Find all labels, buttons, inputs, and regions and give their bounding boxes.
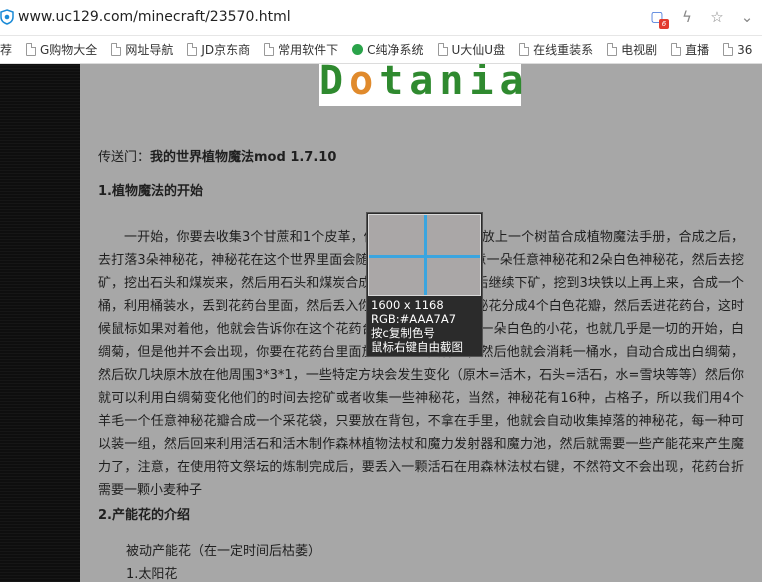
- page-icon: [519, 43, 530, 56]
- portal-prefix: 传送门：: [98, 150, 151, 165]
- paragraph: 被动产能花（在一定时间后枯萎）: [126, 544, 322, 559]
- page-icon: [437, 43, 448, 56]
- clean-system-icon: [352, 44, 364, 55]
- shield-badge: 6: [659, 19, 669, 29]
- bookmark-item[interactable]: G购物大全: [26, 41, 97, 58]
- bookmark-label: 在线重装系: [533, 43, 594, 57]
- protection-shield-icon[interactable]: ▢ 6: [648, 8, 669, 29]
- page-icon: [723, 43, 734, 56]
- page-icon: [607, 43, 618, 56]
- bookmark-label: 电视剧: [621, 43, 658, 57]
- bookmarks-bar: 荐 G购物大全 网址导航 JD京东商 常用软件下 C纯净系统 U大仙U盘 在线重…: [0, 36, 762, 64]
- paragraph: 1.太阳花: [126, 567, 178, 582]
- chevron-down-icon[interactable]: ⌄: [738, 8, 756, 26]
- bookmark-label: 网址导航: [125, 43, 174, 57]
- bookmark-item[interactable]: U大仙U盘: [437, 41, 506, 58]
- color-picker-popup: 1600 x 1168 RGB:#AAA7A7 按c复制色号 鼠标右键自由截图: [366, 212, 483, 357]
- page-icon: [26, 43, 36, 56]
- bookmark-label: U大仙U盘: [451, 43, 506, 57]
- bookmark-item[interactable]: 直播: [671, 41, 709, 58]
- bookmark-label: G购物大全: [40, 43, 98, 57]
- left-background-panel: [0, 64, 80, 582]
- security-shield-icon: [0, 9, 14, 25]
- portal-link[interactable]: 我的世界植物魔法mod 1.7.10: [150, 150, 336, 165]
- page-icon: [187, 43, 198, 56]
- crosshair-vertical: [424, 215, 427, 295]
- bookmark-item[interactable]: 常用软件下: [264, 41, 338, 58]
- botania-logo: Dotania: [319, 64, 530, 106]
- bookmark-label: C纯净系统: [367, 43, 424, 57]
- star-icon[interactable]: ☆: [708, 8, 726, 26]
- bookmark-item[interactable]: JD京东商: [187, 41, 250, 58]
- picker-info: 1600 x 1168 RGB:#AAA7A7 按c复制色号 鼠标右键自由截图: [371, 298, 463, 354]
- section-title: 2.产能花的介绍: [98, 508, 190, 523]
- magnifier-preview: [368, 214, 481, 296]
- page-icon: [671, 43, 682, 56]
- page-icon: [111, 43, 122, 56]
- bookmark-label: 直播: [685, 43, 710, 57]
- bookmark-item[interactable]: C纯净系统: [352, 41, 424, 58]
- url-text[interactable]: www.uc129.com/minecraft/23570.html: [18, 9, 291, 25]
- picker-hint-copy: 按c复制色号: [371, 326, 435, 340]
- address-bar[interactable]: www.uc129.com/minecraft/23570.html ▢ 6 ϟ …: [0, 0, 762, 36]
- bookmark-label: JD京东商: [201, 43, 251, 57]
- section-title: 1.植物魔法的开始: [98, 184, 203, 199]
- web-page: Dotania 传送门：我的世界植物魔法mod 1.7.10 1.植物魔法的开始…: [0, 64, 762, 582]
- bookmark-label: 常用软件下: [278, 43, 339, 57]
- bookmark-item[interactable]: 在线重装系: [519, 41, 593, 58]
- logo-text: Dotania: [319, 64, 530, 104]
- bookmark-item[interactable]: 电视剧: [607, 41, 657, 58]
- bookmark-item[interactable]: 36: [723, 43, 752, 57]
- picker-hint-capture: 鼠标右键自由截图: [371, 340, 463, 354]
- lightning-icon[interactable]: ϟ: [678, 8, 696, 26]
- bookmark-partial[interactable]: 荐: [0, 41, 12, 58]
- picker-rgb: RGB:#AAA7A7: [371, 312, 457, 326]
- portal-line: 传送门：我的世界植物魔法mod 1.7.10: [98, 146, 744, 169]
- bookmark-label: 36: [737, 42, 753, 57]
- picker-size: 1600 x 1168: [371, 298, 444, 312]
- page-icon: [264, 43, 275, 56]
- bookmark-item[interactable]: 网址导航: [111, 41, 173, 58]
